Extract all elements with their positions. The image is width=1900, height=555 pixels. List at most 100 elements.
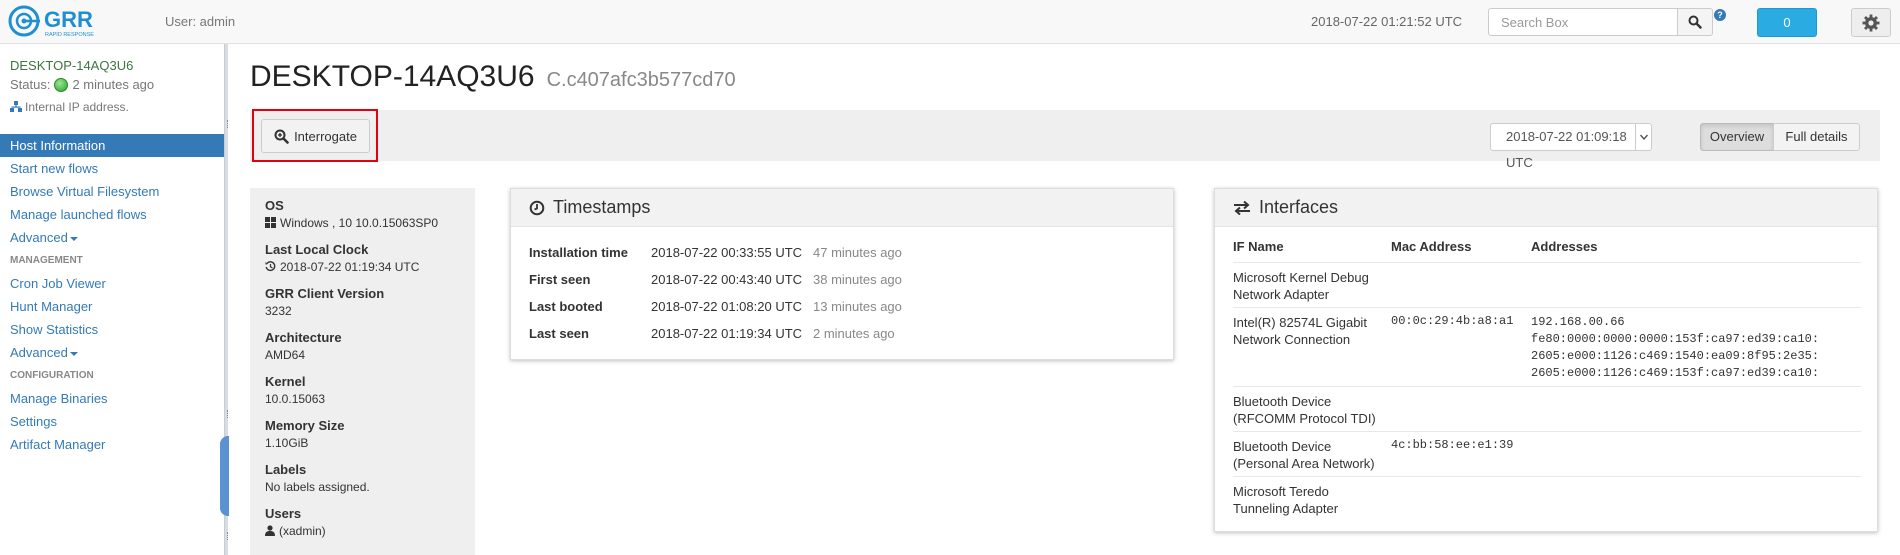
nav-manage-binaries[interactable]: Manage Binaries [0, 387, 224, 410]
sidebar-hostname[interactable]: DESKTOP-14AQ3U6 [10, 58, 133, 73]
nav-artifact-manager[interactable]: Artifact Manager [0, 433, 224, 456]
logo-subtext: RAPID RESPONSE [45, 32, 94, 38]
snapshot-date-value: 2018-07-22 01:09:18 UTC [1506, 129, 1627, 170]
if-name-line: Bluetooth Device [1233, 394, 1332, 409]
address: 2605:e000:1126:c469:1540:ea09:8f95:2e35: [1531, 349, 1820, 363]
kernel-value: 10.0.15063 [265, 392, 326, 406]
client-id: C.c407afc3b577cd70 [546, 69, 736, 91]
interface-row: Bluetooth Device (RFCOMM Protocol TDI) [1233, 386, 1861, 431]
users-value[interactable]: (xadmin) [279, 524, 326, 538]
settings-button[interactable] [1851, 8, 1891, 37]
timestamp-ago: 2 minutes ago [813, 326, 895, 341]
if-name-header: IF Name [1233, 239, 1284, 254]
search-button[interactable] [1677, 8, 1713, 36]
if-name-line: Network Connection [1233, 332, 1351, 347]
interface-row: Bluetooth Device (Personal Area Network) … [1233, 431, 1861, 476]
splitter-tab[interactable] [220, 436, 229, 516]
memory-size-value: 1.10GiB [265, 436, 309, 450]
if-name-line: Network Adapter [1233, 287, 1330, 302]
interfaces-header: Interfaces [1215, 189, 1877, 227]
interface-row: Microsoft Teredo Tunneling Adapter [1233, 476, 1861, 521]
interfaces-title: Interfaces [1259, 197, 1339, 217]
grr-logo[interactable]: GRR RAPID RESPONSE [6, 3, 118, 39]
mac-address-header: Mac Address [1391, 239, 1472, 254]
chevron-down-icon [1635, 124, 1651, 150]
os-label: OS [265, 198, 284, 213]
users-value-row: (xadmin) [265, 522, 475, 550]
splitter-grip [227, 410, 229, 418]
address: 2605:e000:1126:c469:153f:ca97:ed39:ca10: [1531, 366, 1820, 380]
nav-manage-launched-flows[interactable]: Manage launched flows [0, 203, 224, 226]
timestamp-row: Last booted 2018-07-22 01:08:20 UTC 13 m… [529, 299, 902, 314]
address: 192.168.00.66 [1531, 315, 1625, 329]
server-clock: 2018-07-22 01:21:52 UTC [1311, 14, 1463, 29]
search-input[interactable] [1488, 8, 1678, 36]
timestamp-row: First seen 2018-07-22 00:43:40 UTC 38 mi… [529, 272, 902, 287]
timestamp-label: Last seen [529, 326, 589, 341]
notification-button[interactable]: 0 [1757, 8, 1817, 37]
windows-icon [265, 217, 276, 228]
nav-advanced-label: Advanced [10, 230, 68, 245]
nav-hunt-manager[interactable]: Hunt Manager [0, 295, 224, 318]
labels-label: Labels [265, 462, 307, 477]
logo-text: GRR [44, 7, 93, 32]
timestamp-value: 2018-07-22 01:19:34 UTC [651, 326, 803, 341]
page-title: DESKTOP-14AQ3U6 C.c407afc3b577cd70 [250, 60, 736, 94]
timestamps-title: Timestamps [553, 197, 651, 217]
timestamp-value: 2018-07-22 00:33:55 UTC [651, 245, 803, 260]
splitter-grip [227, 120, 229, 128]
if-name-line: Bluetooth Device [1233, 439, 1332, 454]
if-name-line: Microsoft Kernel Debug [1233, 270, 1369, 285]
client-hostname: DESKTOP-14AQ3U6 [250, 60, 535, 93]
full-details-button[interactable]: Full details [1773, 123, 1860, 151]
nav-section-configuration: CONFIGURATION [10, 370, 94, 381]
timestamp-label: Last booted [529, 299, 603, 314]
architecture-value: AMD64 [265, 348, 306, 362]
clock-icon [529, 200, 545, 215]
if-name-line: Intel(R) 82574L Gigabit [1233, 315, 1367, 330]
client-status: Status: 2 minutes ago [10, 77, 154, 92]
nav-advanced-client[interactable]: Advanced [0, 226, 224, 249]
timestamp-label: First seen [529, 272, 591, 287]
if-name: Microsoft Kernel Debug Network Adapter [1233, 269, 1383, 303]
overview-button[interactable]: Overview [1700, 123, 1774, 151]
interface-row: Intel(R) 82574L Gigabit Network Connectio… [1233, 307, 1861, 386]
mac-address: 4c:bb:58:ee:e1:39 [1391, 438, 1514, 452]
mac-address: 00:0c:29:4b:a8:a1 [1391, 314, 1514, 328]
timestamp-row: Last seen 2018-07-22 01:19:34 UTC 2 minu… [529, 326, 895, 341]
splitter-grip [227, 532, 229, 540]
network-icon [10, 101, 22, 112]
nav-browse-virtual-filesystem[interactable]: Browse Virtual Filesystem [0, 180, 224, 203]
ip-text: Internal IP address. [25, 100, 129, 114]
nav-host-information[interactable]: Host Information [0, 134, 224, 157]
nav-show-statistics[interactable]: Show Statistics [0, 318, 224, 341]
if-name: Microsoft Teredo Tunneling Adapter [1233, 483, 1383, 517]
caret-down-icon [69, 236, 78, 241]
highlight-box [252, 109, 378, 162]
nav-settings[interactable]: Settings [0, 410, 224, 433]
memory-size-label: Memory Size [265, 418, 345, 433]
snapshot-date-select[interactable]: 2018-07-22 01:09:18 UTC [1490, 123, 1652, 170]
sidebar-nav: Host Information Start new flows Browse … [0, 134, 224, 456]
nav-cron-job-viewer[interactable]: Cron Job Viewer [0, 272, 224, 295]
address: fe80:0000:0000:0000:153f:ca97:ed39:ca10: [1531, 332, 1820, 346]
os-value-row: Windows , 10 10.0.15063SP0 [265, 214, 475, 242]
user-icon [265, 525, 275, 536]
timestamps-header: Timestamps [511, 189, 1173, 227]
last-local-clock-label: Last Local Clock [265, 242, 369, 257]
history-icon [265, 261, 276, 272]
grr-version-value: 3232 [265, 304, 292, 318]
nav-start-new-flows[interactable]: Start new flows [0, 157, 224, 180]
address-list: 192.168.00.66 fe80:0000:0000:0000:153f:c… [1531, 314, 1861, 382]
current-user: User: admin [165, 14, 236, 29]
online-status-icon [54, 77, 69, 92]
nav-advanced-management[interactable]: Advanced [0, 341, 224, 364]
timestamp-value: 2018-07-22 01:08:20 UTC [651, 299, 803, 314]
if-name: Bluetooth Device (RFCOMM Protocol TDI) [1233, 393, 1383, 427]
help-icon[interactable]: ? [1714, 9, 1726, 21]
timestamps-panel: Timestamps Installation time 2018-07-22 … [510, 188, 1174, 360]
status-time: 2 minutes ago [72, 77, 155, 92]
client-summary: OS Windows , 10 10.0.15063SP0 Last Local… [250, 188, 475, 555]
sidebar: DESKTOP-14AQ3U6 Status: 2 minutes ago In… [0, 44, 224, 555]
addresses-header: Addresses [1531, 239, 1598, 254]
